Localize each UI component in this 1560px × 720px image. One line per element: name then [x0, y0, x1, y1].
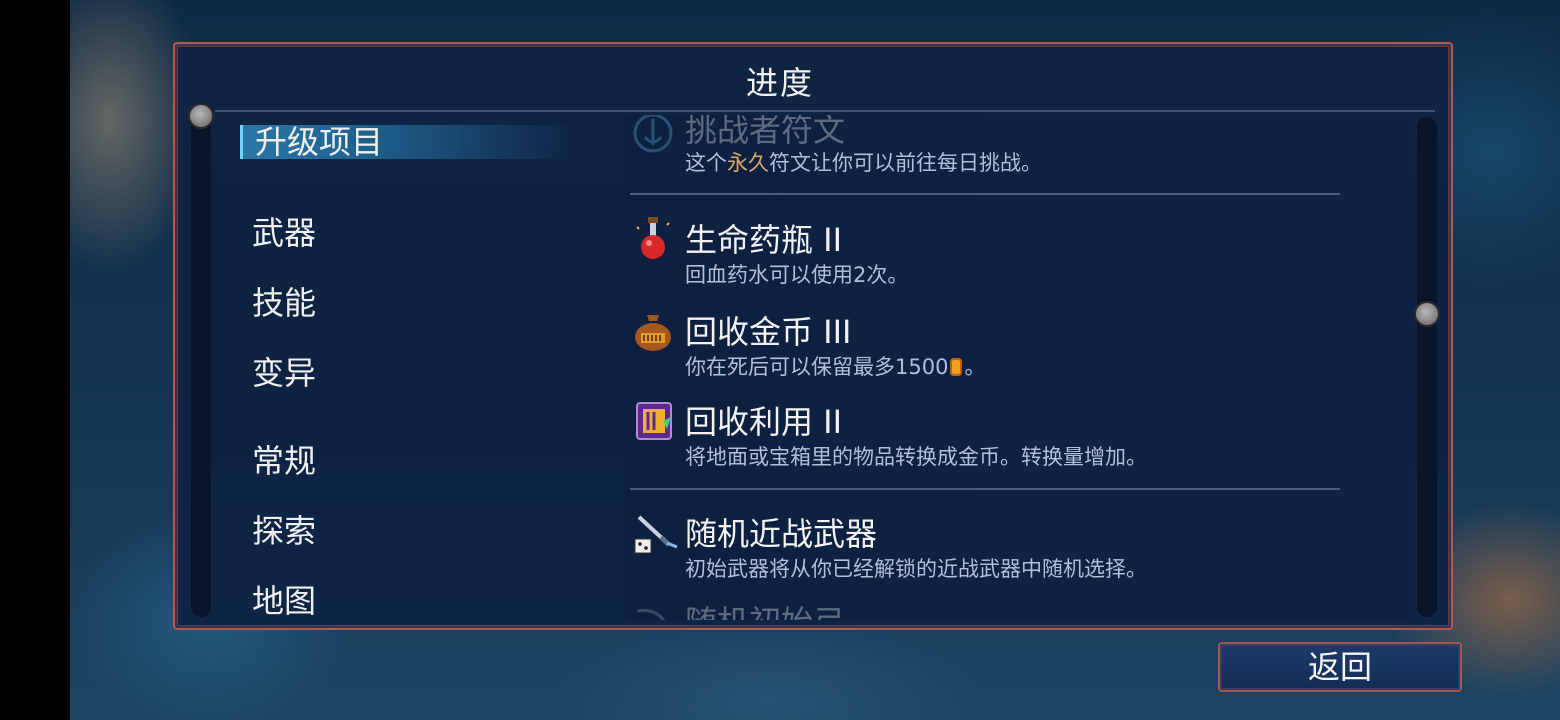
- list-scroll-knob[interactable]: [1414, 301, 1440, 327]
- entry-title: 回收利用 II: [685, 403, 843, 441]
- gold-coin-icon: [950, 358, 963, 376]
- page-title: 进度: [745, 64, 814, 102]
- upgrade-list[interactable]: 挑战者符文 这个永久符文让你可以前往每日挑战。 生命药瓶 II 回血药水可以使用…: [625, 115, 1415, 620]
- entry-title: 随机初始弓: [685, 597, 845, 620]
- title-divider: [215, 110, 1435, 112]
- back-button[interactable]: 返回: [1218, 642, 1462, 692]
- entry-title: 回收金币 III: [685, 313, 852, 351]
- random-melee-weapon-icon: [631, 513, 678, 557]
- entry-title: 随机近战武器: [685, 515, 878, 553]
- section-divider: [630, 193, 1340, 195]
- category-weapons[interactable]: 武器: [252, 213, 316, 253]
- category-scroll-knob[interactable]: [188, 103, 214, 129]
- section-divider: [630, 488, 1340, 490]
- category-skills[interactable]: 技能: [252, 283, 316, 323]
- entry-title: 生命药瓶 II: [685, 221, 843, 259]
- list-scrollbar[interactable]: [1417, 117, 1437, 617]
- category-list: 升级项目 武器 技能 变异 常规 探索 地图: [240, 115, 620, 620]
- entry-description: 将地面或宝箱里的物品转换成金币。转换量增加。: [685, 445, 1147, 469]
- category-general[interactable]: 常规: [252, 441, 316, 481]
- challenger-rune-icon: [631, 115, 675, 155]
- entry-description: 这个永久符文让你可以前往每日挑战。: [685, 151, 1042, 175]
- entry-description: 初始武器将从你已经解锁的近战武器中随机选择。: [685, 557, 1147, 581]
- entry-title: 挑战者符文: [685, 115, 846, 149]
- category-exploration[interactable]: 探索: [252, 511, 316, 551]
- health-flask-icon: [631, 215, 675, 259]
- random-bow-icon: [631, 601, 675, 620]
- category-map[interactable]: 地图: [252, 581, 316, 621]
- entry-description: 回血药水可以使用2次。: [685, 263, 909, 287]
- entry-description: 你在死后可以保留最多1500。: [685, 355, 986, 379]
- category-scrollbar[interactable]: [191, 115, 211, 617]
- category-mutations[interactable]: 变异: [252, 353, 316, 393]
- category-upgrades[interactable]: 升级项目: [240, 125, 575, 159]
- black-letterbox: [0, 0, 70, 720]
- recycle-card-icon: [631, 399, 675, 443]
- gold-sack-icon: [631, 309, 675, 353]
